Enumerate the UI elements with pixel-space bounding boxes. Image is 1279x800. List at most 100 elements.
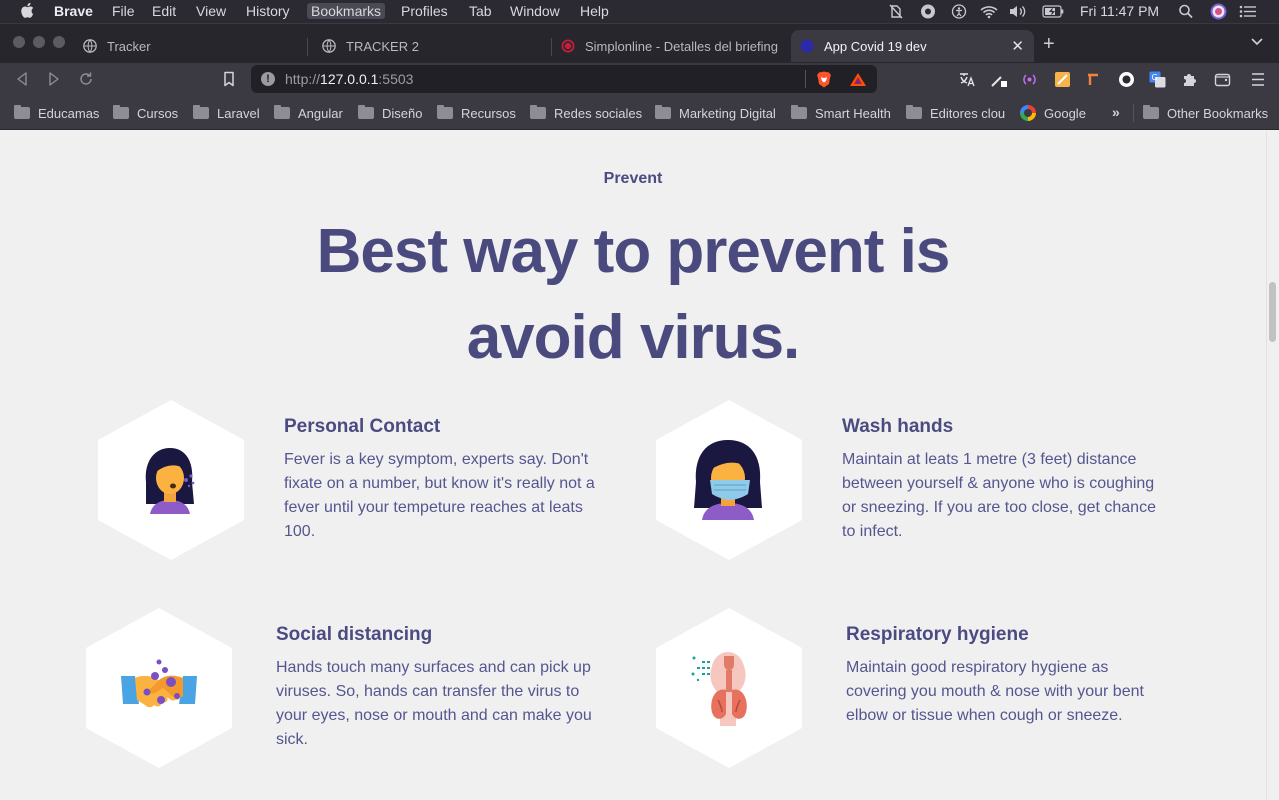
bookmark-label: Redes sociales [554,105,643,121]
forward-icon[interactable] [46,71,62,87]
folder-icon [113,105,129,119]
apple-icon[interactable] [20,2,34,19]
headline-line-2: avoid virus. [466,303,801,372]
bookmark-folder-diseno[interactable]: Diseño [358,104,422,122]
chevron-down-icon[interactable] [1250,36,1264,48]
bookmark-folder-redes-sociales[interactable]: Redes sociales [530,104,642,122]
bookmark-label: Laravel [217,105,260,121]
bookmark-label: Editores clou [930,105,1006,121]
accessibility-icon[interactable] [951,4,967,19]
pipette-extension-icon[interactable] [1085,71,1102,88]
bookmark-google[interactable]: Google [1020,104,1086,122]
url-text[interactable]: http://127.0.0.1:5503 [285,71,413,87]
site-info-icon[interactable]: ! [261,72,275,86]
menu-bookmarks[interactable]: Bookmarks [307,3,386,19]
tab-simplonline[interactable]: Simplonline - Detalles del briefing [554,30,786,62]
card-title-personal-contact: Personal Contact [284,416,441,437]
battery-icon[interactable] [1042,4,1064,19]
prevent-card-hexagon [656,400,802,560]
translate-extension-icon[interactable] [958,71,975,88]
folder-icon [437,105,453,119]
menu-icon[interactable] [1251,71,1265,88]
bookmark-label: Cursos [137,105,179,121]
section-eyebrow: Prevent [603,170,663,187]
reload-icon[interactable] [78,71,94,87]
folder-icon [358,105,374,119]
muted-icon[interactable] [888,4,904,19]
menu-view[interactable]: View [196,3,226,19]
close-tab-icon[interactable]: ✕ [1011,37,1024,55]
folder-icon [906,105,922,119]
notes-extension-icon[interactable] [1054,71,1071,88]
bookmark-other-bookmarks[interactable]: Other Bookmarks [1143,104,1268,122]
tab-tracker-2[interactable]: TRACKER 2 [315,30,545,62]
bookmark-label: Angular [298,105,343,121]
control-center-icon[interactable] [1239,4,1257,19]
bookmark-label: Recursos [461,105,516,121]
folder-icon [655,105,671,119]
bookmark-folder-smart-health[interactable]: Smart Health [791,104,891,122]
tab-tracker[interactable]: Tracker [76,30,306,62]
bookmarks-bar: Educamas Cursos Laravel Angular Diseño R… [0,96,1279,130]
google-icon [1020,105,1036,121]
menu-file[interactable]: File [112,3,135,19]
lungs-icon [691,652,747,726]
spotlight-search-icon[interactable] [1178,4,1194,19]
bookmark-folder-recursos[interactable]: Recursos [437,104,516,122]
new-tab-button[interactable]: + [1043,33,1055,56]
folder-icon [530,105,546,119]
bookmark-icon[interactable] [221,71,237,87]
macos-menubar: Brave File Edit View History Bookmarks P… [0,0,1279,23]
menu-help[interactable]: Help [580,3,609,19]
tab-app-covid[interactable]: App Covid 19 dev ✕ [791,30,1034,62]
bookmark-folder-marketing-digital[interactable]: Marketing Digital [655,104,776,122]
globe-icon [322,39,336,53]
wallet-icon[interactable] [1214,71,1231,88]
card-title-wash-hands: Wash hands [842,416,954,437]
volume-icon[interactable] [1008,4,1028,19]
tab-strip: Tracker TRACKER 2 Simplonline - Detalles… [0,23,1279,63]
bookmarks-overflow-button[interactable]: » [1112,104,1120,120]
menu-profiles[interactable]: Profiles [401,3,448,19]
brave-rewards-icon[interactable] [849,72,867,87]
devtools-extension-icon[interactable] [1021,71,1038,88]
menu-tab[interactable]: Tab [469,3,492,19]
page-scrollbar-thumb[interactable] [1269,282,1276,342]
window-minimize-button[interactable] [33,36,45,48]
brave-shields-icon[interactable] [816,71,832,88]
ublock-extension-icon[interactable] [1118,71,1135,88]
card-text-personal-contact: Fever is a key symptom, experts say. Don… [284,451,595,540]
window-close-button[interactable] [13,36,25,48]
camera-icon[interactable] [920,4,936,19]
tab-separator [307,38,308,56]
prevent-card-hexagon [86,608,232,768]
bookmark-folder-cursos[interactable]: Cursos [113,104,178,122]
bookmark-label: Other Bookmarks [1167,105,1269,121]
menu-app-name[interactable]: Brave [54,3,93,19]
card-title-social-distancing: Social distancing [276,624,433,645]
tab-label: Tracker [107,38,151,54]
window-zoom-button[interactable] [53,36,65,48]
bookmark-folder-angular[interactable]: Angular [274,104,343,122]
menu-window[interactable]: Window [510,3,560,19]
bookmark-label: Educamas [38,105,100,121]
menu-history[interactable]: History [246,3,290,19]
extensions-puzzle-icon[interactable] [1181,71,1198,88]
bookmark-folder-educamas[interactable]: Educamas [14,104,99,122]
tab-label: TRACKER 2 [346,38,419,54]
color-picker-extension-icon[interactable] [990,71,1007,88]
menubar-clock[interactable]: Fri 11:47 PM [1080,3,1159,19]
app-icon [800,39,814,53]
folder-icon [14,105,30,119]
page-scrollbar[interactable] [1266,131,1279,800]
simplon-icon [561,39,575,53]
bookmark-folder-editores[interactable]: Editores clou [906,104,1005,122]
bookmark-folder-laravel[interactable]: Laravel [193,104,260,122]
address-bar[interactable]: ! http://127.0.0.1:5503 [251,65,877,93]
wifi-icon[interactable] [979,4,999,19]
back-icon[interactable] [14,71,30,87]
google-translate-extension-icon[interactable]: G [1149,71,1166,88]
siri-icon[interactable] [1210,3,1227,20]
menu-edit[interactable]: Edit [152,3,176,19]
folder-icon [193,105,209,119]
